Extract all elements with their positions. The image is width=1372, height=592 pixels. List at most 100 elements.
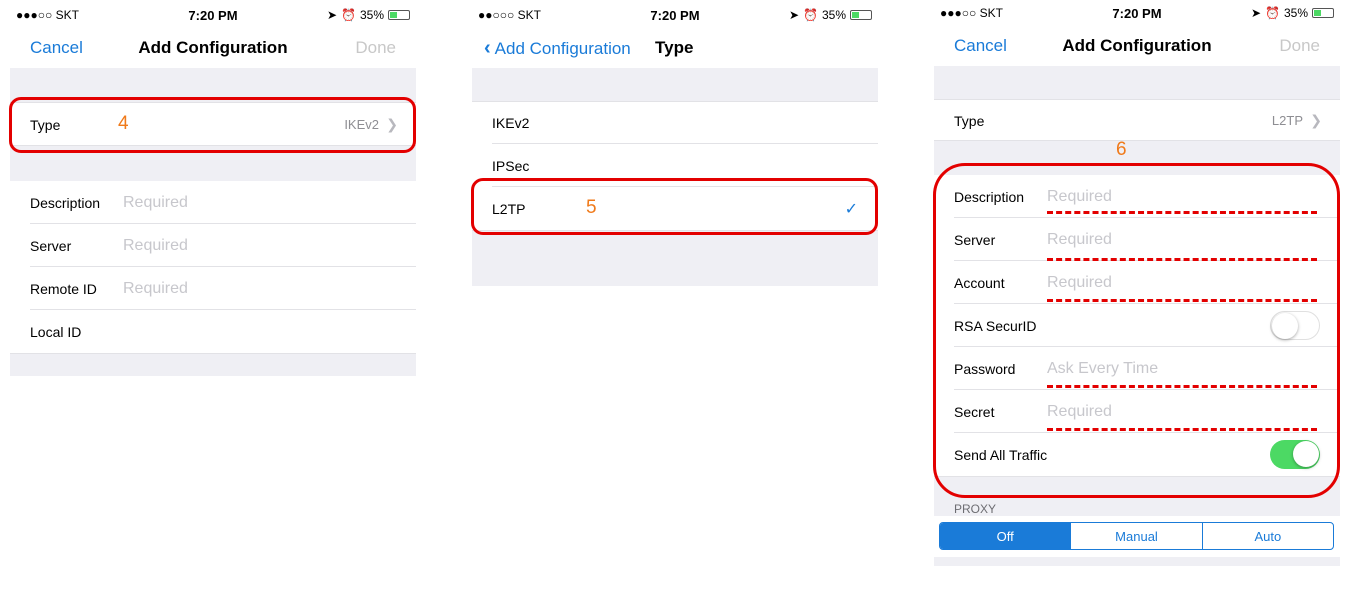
- field-row-rsa-securid: RSA SecurID: [934, 304, 1340, 347]
- alarm-icon: ⏰: [1265, 6, 1280, 20]
- screen-add-configuration-ikev2: ●●●○○ SKT 7:20 PM ➤ ⏰ 35% Cancel Add Con…: [9, 0, 416, 376]
- section-gap: [10, 146, 416, 181]
- alarm-icon: ⏰: [341, 8, 356, 22]
- status-right: ➤ ⏰ 35%: [1251, 6, 1334, 20]
- description-input[interactable]: Required: [1047, 188, 1112, 206]
- annotation-dashed-underline: [1047, 299, 1317, 302]
- secret-input[interactable]: Required: [1047, 403, 1112, 421]
- status-right: ➤ ⏰ 35%: [789, 8, 872, 22]
- divider: [10, 145, 416, 146]
- battery-icon: [850, 10, 872, 20]
- type-row[interactable]: Type L2TP ❯: [934, 99, 1340, 141]
- field-row-server[interactable]: Server Required: [10, 224, 416, 267]
- status-bar: ●●○○○ SKT 7:20 PM ➤ ⏰ 35%: [472, 0, 878, 30]
- remote-id-input[interactable]: Required: [123, 280, 188, 298]
- type-value: L2TP: [1271, 113, 1303, 128]
- back-button-label: Add Configuration: [494, 38, 631, 58]
- account-input[interactable]: Required: [1047, 274, 1112, 292]
- field-label: Description: [30, 194, 101, 211]
- field-label: RSA SecurID: [954, 317, 1037, 334]
- field-row-password[interactable]: Password Ask Every Time: [934, 347, 1340, 390]
- section-gap: [10, 353, 416, 376]
- battery-percent: 35%: [821, 8, 846, 22]
- field-label: Server: [30, 237, 72, 254]
- proxy-section-header: PROXY: [934, 476, 1340, 516]
- type-row[interactable]: Type IKEv2 ❯: [10, 102, 416, 146]
- nav-bar: Cancel Add Configuration Done: [934, 28, 1340, 66]
- field-label: Server: [954, 231, 996, 248]
- battery-icon: [388, 10, 410, 20]
- field-row-secret[interactable]: Secret Required: [934, 390, 1340, 433]
- annotation-dashed-underline: [1047, 258, 1317, 261]
- toggle-knob: [1272, 313, 1298, 339]
- section-gap: [10, 68, 416, 102]
- chevron-right-icon: ❯: [386, 116, 398, 132]
- alarm-icon: ⏰: [803, 8, 818, 22]
- field-label: Secret: [954, 403, 995, 420]
- proxy-option-manual[interactable]: Manual: [1070, 523, 1201, 549]
- section-gap: [934, 141, 1340, 175]
- done-button[interactable]: Done: [355, 38, 396, 58]
- battery-percent: 35%: [359, 8, 384, 22]
- annotation-step-number: 5: [586, 197, 597, 218]
- option-label: IKEv2: [492, 115, 530, 131]
- battery-percent: 35%: [1283, 6, 1308, 20]
- field-label: Remote ID: [30, 280, 97, 297]
- annotation-dashed-underline: [1047, 211, 1317, 214]
- field-row-description[interactable]: Description Required: [10, 181, 416, 224]
- chevron-left-icon: ‹: [484, 37, 491, 59]
- chevron-right-icon: ❯: [1310, 112, 1322, 128]
- done-button[interactable]: Done: [1279, 36, 1320, 56]
- field-row-account[interactable]: Account Required: [934, 261, 1340, 304]
- annotation-step-number: 4: [118, 113, 129, 134]
- field-label: Description: [954, 188, 1025, 205]
- field-label: Password: [954, 360, 1016, 377]
- type-option-ipsec[interactable]: IPSec: [472, 144, 878, 187]
- section-gap: [472, 230, 878, 286]
- field-row-server[interactable]: Server Required: [934, 218, 1340, 261]
- screen-add-configuration-l2tp: ●●●○○ SKT 7:20 PM ➤ ⏰ 35% Cancel Add Con…: [933, 0, 1340, 566]
- field-row-send-all-traffic: Send All Traffic: [934, 433, 1340, 476]
- send-all-traffic-toggle[interactable]: [1270, 440, 1320, 469]
- field-label: Account: [954, 274, 1005, 291]
- location-icon: ➤: [326, 8, 338, 22]
- option-label: IPSec: [492, 157, 530, 174]
- field-label: Local ID: [30, 323, 82, 340]
- checkmark-icon: ✓: [844, 200, 858, 218]
- status-right: ➤ ⏰ 35%: [327, 8, 410, 22]
- battery-icon: [1312, 8, 1334, 18]
- status-bar: ●●●○○ SKT 7:20 PM ➤ ⏰ 35%: [10, 0, 416, 30]
- annotation-dashed-underline: [1047, 385, 1317, 388]
- proxy-option-auto[interactable]: Auto: [1201, 523, 1333, 549]
- annotation-dashed-underline: [1047, 428, 1317, 431]
- divider: [934, 140, 1340, 141]
- status-bar: ●●●○○ SKT 7:20 PM ➤ ⏰ 35%: [934, 0, 1340, 28]
- field-label: Send All Traffic: [954, 446, 1048, 463]
- server-input[interactable]: Required: [123, 237, 188, 255]
- nav-title: Type: [655, 38, 694, 57]
- back-button[interactable]: ‹ Add Configuration: [484, 37, 631, 60]
- nav-bar: ‹ Add Configuration Type: [472, 30, 878, 68]
- type-value: IKEv2: [344, 117, 379, 132]
- toggle-knob: [1293, 441, 1319, 467]
- server-input[interactable]: Required: [1047, 231, 1112, 249]
- option-label: L2TP: [492, 200, 526, 217]
- password-input[interactable]: Ask Every Time: [1047, 360, 1158, 378]
- screen-type-selection: ●●○○○ SKT 7:20 PM ➤ ⏰ 35% ‹ Add Configur…: [471, 0, 878, 286]
- type-label: Type: [30, 116, 61, 133]
- field-row-remote-id[interactable]: Remote ID Required: [10, 267, 416, 310]
- field-row-local-id[interactable]: Local ID: [10, 310, 416, 353]
- proxy-option-off[interactable]: Off: [940, 523, 1071, 549]
- type-option-l2tp[interactable]: L2TP ✓: [472, 187, 878, 230]
- location-icon: ➤: [788, 8, 800, 22]
- type-label: Type: [954, 112, 985, 129]
- nav-bar: Cancel Add Configuration Done: [10, 30, 416, 68]
- description-input[interactable]: Required: [123, 194, 188, 212]
- location-icon: ➤: [1250, 6, 1262, 20]
- proxy-segmented-control: Off Manual Auto: [939, 522, 1334, 550]
- rsa-securid-toggle[interactable]: [1270, 311, 1320, 340]
- annotation-step-number: 6: [1116, 139, 1127, 160]
- section-gap: [472, 68, 878, 101]
- section-gap: [934, 66, 1340, 99]
- type-option-ikev2[interactable]: IKEv2: [472, 101, 878, 144]
